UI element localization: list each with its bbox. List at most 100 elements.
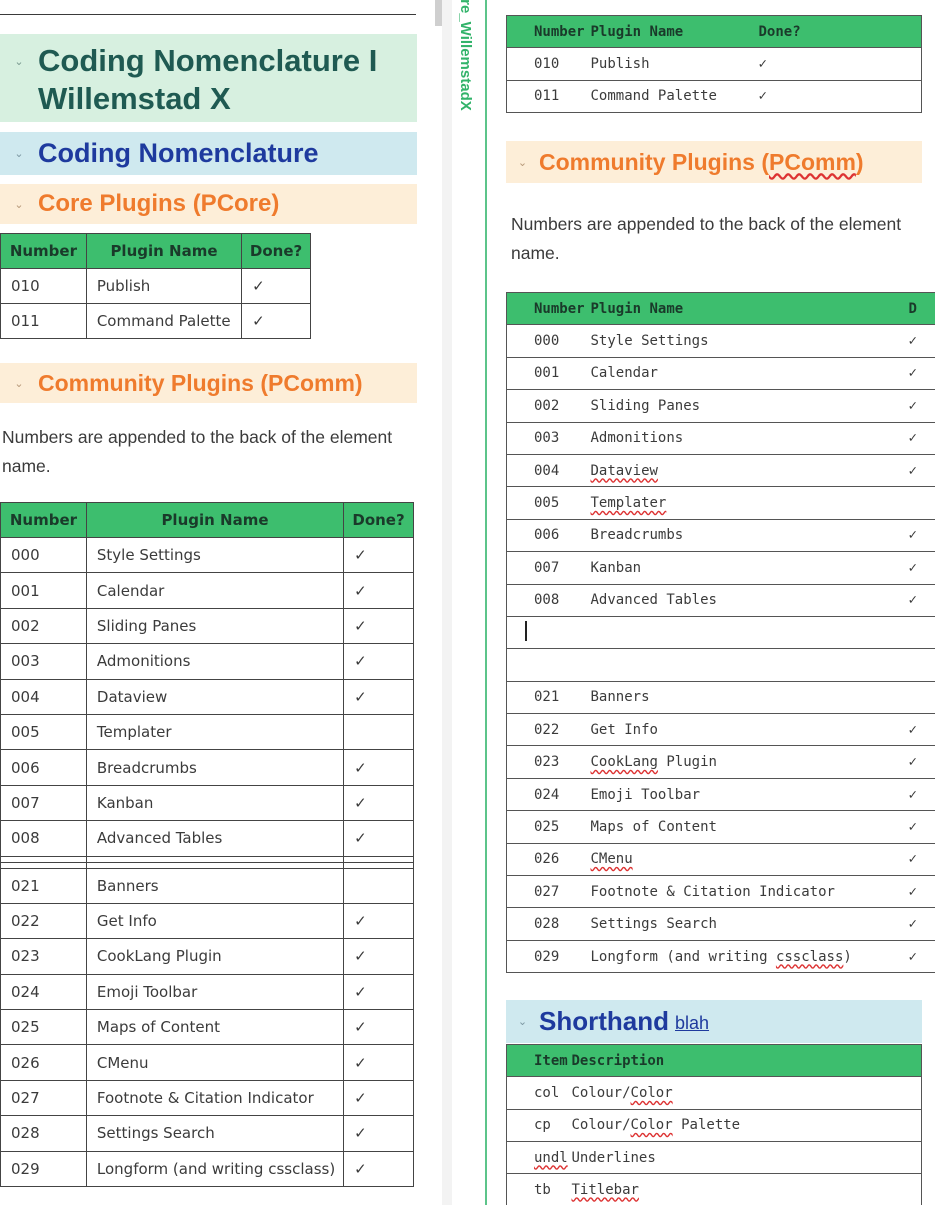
item-cell[interactable]: undl (506, 1141, 572, 1175)
plugin-name-cell[interactable]: Get Info (590, 713, 909, 747)
community-plugins-heading-source[interactable]: ⌄ Community Plugins (PComm) (506, 141, 922, 183)
number-cell[interactable]: 002 (506, 389, 591, 423)
plugin-name-cell[interactable]: Sliding Panes (590, 389, 909, 423)
plugin-name-cell[interactable]: Maps of Content (590, 810, 909, 844)
done-cell[interactable]: ✓ (908, 778, 935, 812)
number-cell[interactable]: 010 (506, 47, 591, 81)
description-cell[interactable]: Titlebar (571, 1173, 922, 1205)
core-plugins-heading[interactable]: ⌄ Core Plugins (PCore) (0, 184, 417, 224)
plugin-name-cell[interactable]: Templater (590, 486, 909, 520)
shorthand-table[interactable]: Item Description col Colour/Color cp Colour… (506, 1043, 922, 1205)
chevron-down-icon[interactable]: ⌄ (0, 55, 38, 68)
done-cell[interactable]: ✓ (908, 324, 935, 358)
nomenclature-heading[interactable]: ⌄ Coding Nomenclature (0, 132, 417, 175)
spellcheck-word[interactable]: CMenu (591, 851, 633, 867)
done-cell[interactable]: ✓ (908, 584, 935, 617)
plugin-name-cell[interactable]: Settings Search (590, 907, 909, 941)
plugin-name-cell[interactable] (590, 648, 909, 682)
done-cell[interactable]: ✓ (908, 940, 935, 974)
done-cell[interactable]: ✓ (908, 907, 935, 941)
pcomm-link[interactable]: PComm (769, 149, 856, 175)
blah-link[interactable]: blah (675, 1013, 709, 1034)
done-cell[interactable]: ✓ (908, 422, 935, 455)
chevron-down-icon[interactable]: ⌄ (506, 156, 539, 169)
plugin-name-cell[interactable]: Emoji Toolbar (590, 778, 909, 812)
core-plugins-table-source[interactable]: Number Plugin Name Done? 010 Publish ✓ 011 C… (506, 14, 922, 113)
chevron-down-icon[interactable]: ⌄ (0, 377, 38, 390)
done-cell[interactable]: ✓ (758, 47, 922, 81)
vertical-file-title[interactable]: ure_WillemstadX (457, 0, 479, 160)
number-cell[interactable] (506, 648, 591, 682)
done-cell[interactable]: ✓ (758, 80, 922, 113)
done-cell[interactable] (908, 648, 935, 682)
number-cell[interactable]: 023 (506, 745, 591, 779)
spellcheck-word[interactable]: Color (631, 1085, 673, 1101)
description-cell[interactable]: Colour/Color Palette (571, 1109, 922, 1142)
number-cell[interactable]: 005 (506, 486, 591, 520)
number-cell[interactable]: 006 (506, 519, 591, 553)
plugin-name-cell[interactable]: Breadcrumbs (590, 519, 909, 553)
number-cell[interactable]: 008 (506, 584, 591, 617)
done-cell[interactable]: ✓ (908, 519, 935, 553)
done-cell[interactable] (908, 681, 935, 715)
editing-view-pane[interactable]: Number Plugin Name Done? 010 Publish ✓ 011 C… (487, 0, 935, 1205)
done-cell[interactable]: ✓ (908, 713, 935, 747)
chevron-down-icon[interactable]: ⌄ (0, 147, 38, 160)
number-cell[interactable] (506, 616, 591, 650)
plugin-name-cell[interactable]: Kanban (590, 551, 909, 585)
number-cell[interactable]: 000 (506, 324, 591, 358)
spellcheck-word[interactable]: Titlebar (572, 1182, 639, 1198)
spellcheck-word[interactable]: undl (534, 1150, 568, 1166)
plugin-name-cell[interactable]: Admonitions (590, 422, 909, 455)
done-cell[interactable]: ✓ (908, 454, 935, 488)
number-cell[interactable]: 029 (506, 940, 591, 974)
number-cell[interactable]: 026 (506, 843, 591, 877)
plugin-name-cell[interactable]: CMenu (590, 843, 909, 877)
community-note-source[interactable]: Numbers are appended to the back of the … (511, 210, 921, 268)
plugin-name-cell[interactable]: Calendar (590, 357, 909, 391)
done-cell[interactable]: ✓ (908, 843, 935, 877)
number-cell[interactable]: 027 (506, 875, 591, 909)
plugin-name-cell[interactable]: CookLang Plugin (590, 745, 909, 779)
plugin-name-cell[interactable]: Dataview (590, 454, 909, 488)
number-cell[interactable]: 007 (506, 551, 591, 585)
pane-divider[interactable] (442, 0, 452, 1205)
item-cell[interactable]: tb (506, 1173, 572, 1205)
item-cell[interactable]: col (506, 1076, 572, 1110)
title-heading[interactable]: ⌄ Coding Nomenclature I Willemstad X (0, 34, 417, 122)
done-cell[interactable]: ✓ (908, 357, 935, 391)
plugin-name-cell[interactable]: Footnote & Citation Indicator (590, 875, 909, 909)
plugin-name-cell[interactable]: Banners (590, 681, 909, 715)
community-plugins-table-source[interactable]: Number Plugin Name D 000 Style Settings ✓ 0… (506, 291, 935, 974)
spellcheck-word[interactable]: CookLang (591, 754, 658, 770)
spellcheck-word[interactable]: Dataview (591, 463, 658, 479)
plugin-name-cell[interactable]: Publish (590, 47, 759, 81)
done-cell[interactable] (908, 616, 935, 650)
number-cell[interactable]: 024 (506, 778, 591, 812)
number-cell[interactable]: 021 (506, 681, 591, 715)
done-cell[interactable]: ✓ (908, 389, 935, 423)
done-cell[interactable] (908, 486, 935, 520)
done-cell[interactable]: ✓ (908, 745, 935, 779)
description-cell[interactable]: Colour/Color (571, 1076, 922, 1110)
number-cell[interactable]: 022 (506, 713, 591, 747)
chevron-down-icon[interactable]: ⌄ (0, 198, 38, 211)
shorthand-heading[interactable]: ⌄ Shorthand blah (506, 1000, 922, 1043)
plugin-name-cell[interactable] (590, 616, 909, 650)
done-cell[interactable]: ✓ (908, 551, 935, 585)
plugin-name-cell[interactable]: Longform (and writing cssclass) (590, 940, 909, 974)
description-cell[interactable]: Underlines (571, 1141, 922, 1175)
spellcheck-word[interactable]: Color (631, 1117, 673, 1133)
number-cell[interactable]: 011 (506, 80, 591, 113)
spellcheck-word[interactable]: cssclass (776, 949, 843, 965)
item-cell[interactable]: cp (506, 1109, 572, 1142)
done-cell[interactable]: ✓ (908, 875, 935, 909)
number-cell[interactable]: 025 (506, 810, 591, 844)
plugin-name-cell[interactable]: Style Settings (590, 324, 909, 358)
plugin-name-cell[interactable]: Advanced Tables (590, 584, 909, 617)
number-cell[interactable]: 004 (506, 454, 591, 488)
plugin-name-cell[interactable]: Command Palette (590, 80, 759, 113)
community-plugins-heading[interactable]: ⌄ Community Plugins (PComm) (0, 363, 417, 403)
spellcheck-word[interactable]: Templater (591, 495, 667, 511)
number-cell[interactable]: 003 (506, 422, 591, 455)
